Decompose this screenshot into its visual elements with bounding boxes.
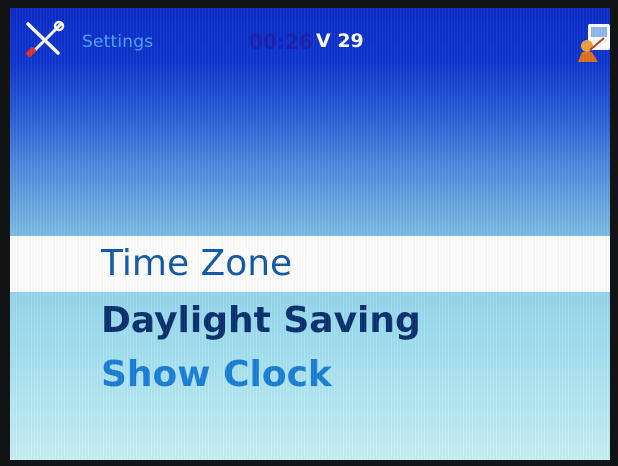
device-bezel: Settings 00:26 V 29 Time Zone Daylight S… <box>0 0 618 466</box>
tools-icon <box>24 20 66 58</box>
menu-item-show-clock[interactable]: Show Clock <box>10 350 610 404</box>
settings-screen: Settings 00:26 V 29 Time Zone Daylight S… <box>10 8 610 460</box>
menu-item-label: Daylight Saving <box>101 300 421 341</box>
volume-indicator: V 29 <box>316 30 364 52</box>
menu-item-label: Show Clock <box>101 354 332 395</box>
clock-time: 00:26 <box>249 30 313 54</box>
status-bar: Settings 00:26 V 29 <box>10 8 610 68</box>
settings-menu: Time Zone Daylight Saving Show Clock <box>10 236 610 404</box>
menu-item-label: Time Zone <box>101 243 293 284</box>
settings-title: Settings <box>82 32 154 52</box>
menu-item-daylight-saving[interactable]: Daylight Saving <box>10 292 610 350</box>
presenter-icon[interactable] <box>576 22 610 62</box>
menu-item-time-zone[interactable]: Time Zone <box>10 236 610 292</box>
